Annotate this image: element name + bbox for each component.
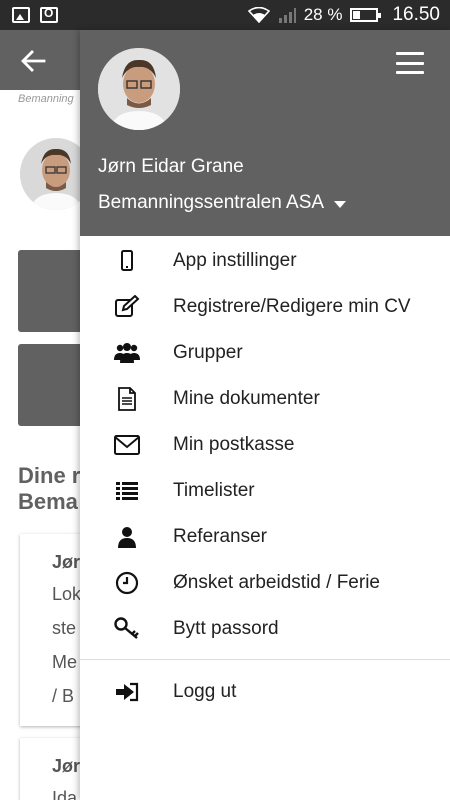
drawer-header: Jørn Eidar Grane Bemanningssentralen ASA [80,30,450,236]
phone-icon [110,244,144,278]
company-name: Bemanningssentralen ASA [98,192,325,213]
signal-icon [278,8,296,23]
menu-item-references[interactable]: Referanser [80,514,450,560]
list-icon [110,474,144,508]
app-subtitle: Bemanning [18,93,74,105]
menu-divider [80,659,450,660]
battery-percent: 28 % [303,5,343,24]
group-icon [110,336,144,370]
menu-item-timesheets[interactable]: Timelister [80,468,450,514]
clock-icon [110,566,144,600]
status-bar: 28 % 16.50 [0,0,450,30]
menu-item-app-settings[interactable]: App instillinger [80,238,450,284]
back-arrow-icon[interactable] [20,48,46,74]
menu-item-desired-worktime[interactable]: Ønsket arbeidstid / Ferie [80,560,450,606]
envelope-icon [110,428,144,462]
person-icon [110,520,144,554]
caret-down-icon [334,200,347,208]
battery-icon [350,8,382,22]
office-icon [40,6,58,23]
clock-time: 16.50 [392,4,440,25]
menu-item-change-password[interactable]: Bytt passord [80,606,450,652]
hamburger-menu-icon[interactable] [396,52,424,74]
document-icon [110,382,144,416]
user-name: Jørn Eidar Grane [98,156,244,177]
image-icon [12,7,30,23]
section-heading: Dine r Bema [18,463,81,514]
menu-item-groups[interactable]: Grupper [80,330,450,376]
menu-item-mailbox[interactable]: Min postkasse [80,422,450,468]
menu-item-documents[interactable]: Mine dokumenter [80,376,450,422]
key-icon [110,612,144,646]
navigation-drawer: Jørn Eidar Grane Bemanningssentralen ASA… [80,30,450,800]
menu-item-edit-cv[interactable]: Registrere/Redigere min CV [80,284,450,330]
profile-avatar[interactable] [98,48,180,130]
wifi-icon [247,7,270,23]
logout-icon [110,675,144,709]
menu-item-logout[interactable]: Logg ut [80,669,450,715]
edit-icon [110,290,144,324]
company-selector[interactable]: Bemanningssentralen ASA [98,192,347,214]
